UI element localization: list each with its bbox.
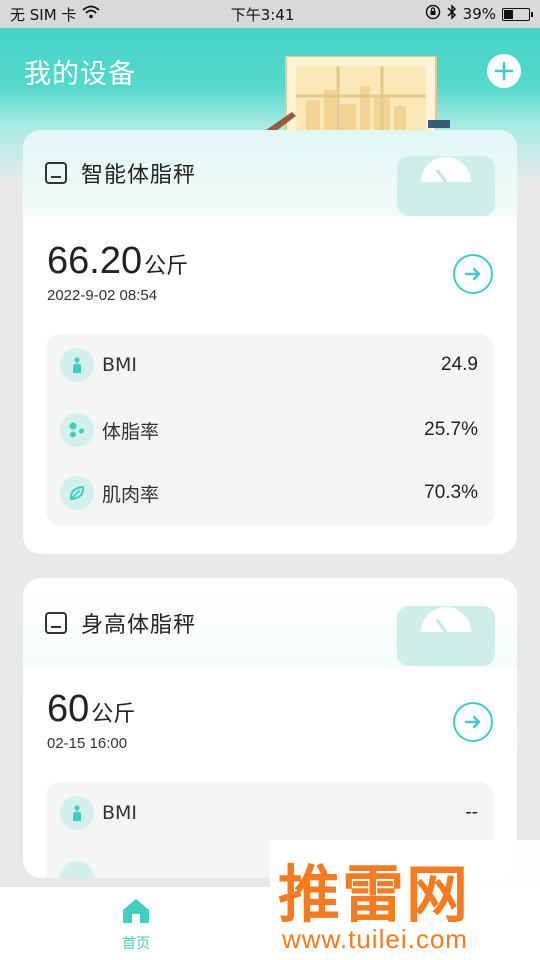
metric-label: 肌肉率 — [102, 483, 160, 506]
page-title: 我的设备 — [24, 59, 136, 90]
device-name: 智能体脂秤 — [81, 163, 197, 188]
weight-value: 66.20 — [47, 240, 143, 282]
metric-row-bmi: BMI 24.9 — [46, 345, 494, 385]
carrier-text: 无 SIM 卡 — [10, 5, 77, 24]
add-device-button[interactable] — [487, 54, 521, 88]
molecule-icon — [60, 413, 94, 447]
home-icon — [123, 899, 149, 923]
watermark-url: www.tuilei.com — [282, 924, 468, 954]
molecule-icon — [60, 861, 94, 878]
person-icon — [60, 348, 94, 382]
metric-row-bmi: BMI -- — [46, 793, 494, 833]
weight-value: 60 — [47, 688, 90, 730]
leaf-icon — [60, 476, 94, 510]
weight-block: 60公斤 02-15 16:00 — [47, 688, 135, 752]
metric-row-bodyfat: 体脂率 25.7% — [46, 410, 494, 450]
metrics-panel: BMI 24.9 体脂率 25.7% 肌肉率 70.3% — [46, 334, 494, 526]
weight-unit: 公斤 — [144, 254, 189, 279]
person-icon — [60, 796, 94, 830]
rotation-lock-icon — [425, 4, 441, 24]
scale-icon — [45, 612, 67, 634]
battery-icon — [502, 7, 533, 21]
device-detail-button[interactable] — [453, 702, 493, 742]
metric-label: BMI — [102, 802, 138, 824]
weight-block: 66.20公斤 2022-9-02 08:54 — [47, 240, 188, 304]
measure-time: 2022-9-02 08:54 — [47, 287, 158, 304]
arrow-right-icon — [464, 715, 481, 729]
metric-label: 体脂率 — [102, 420, 160, 443]
bluetooth-icon — [447, 4, 457, 24]
weight-unit: 公斤 — [91, 702, 136, 727]
metric-row-muscle: 肌肉率 70.3% — [46, 473, 494, 513]
metric-label: BMI — [102, 354, 138, 376]
nav-home-tab[interactable]: 首页 — [108, 897, 164, 953]
nav-home-label: 首页 — [122, 936, 150, 952]
device-name: 身高体脂秤 — [81, 613, 197, 638]
device-card-2[interactable]: 身高体脂秤 60公斤 02-15 16:00 BMI -- — [23, 578, 517, 878]
battery-percent: 39% — [462, 5, 496, 23]
scale-icon — [45, 162, 67, 184]
scale-illustration — [397, 156, 495, 216]
metric-value: 70.3% — [424, 482, 478, 503]
device-card-header: 身高体脂秤 — [23, 578, 517, 668]
status-bar: 无 SIM 卡 下午3:41 39% — [0, 0, 540, 28]
metric-value: 25.7% — [424, 419, 478, 440]
metric-value: 24.9 — [441, 354, 478, 375]
window-illustration — [266, 56, 450, 134]
wifi-icon — [82, 5, 101, 23]
device-card-header: 智能体脂秤 — [23, 130, 517, 216]
watermark-logo-text: 推雷网 — [278, 858, 471, 931]
clock-text: 下午3:41 — [230, 5, 295, 24]
plus-icon — [494, 61, 514, 81]
measure-time: 02-15 16:00 — [47, 735, 128, 752]
metric-value: -- — [465, 802, 478, 823]
arrow-right-icon — [464, 267, 481, 281]
scale-illustration — [397, 606, 495, 666]
watermark: 推雷网 www.tuilei.com — [270, 840, 540, 960]
device-detail-button[interactable] — [453, 254, 493, 294]
device-card-1[interactable]: 智能体脂秤 66.20公斤 2022-9-02 08:54 BMI 24.9 体… — [23, 130, 517, 554]
